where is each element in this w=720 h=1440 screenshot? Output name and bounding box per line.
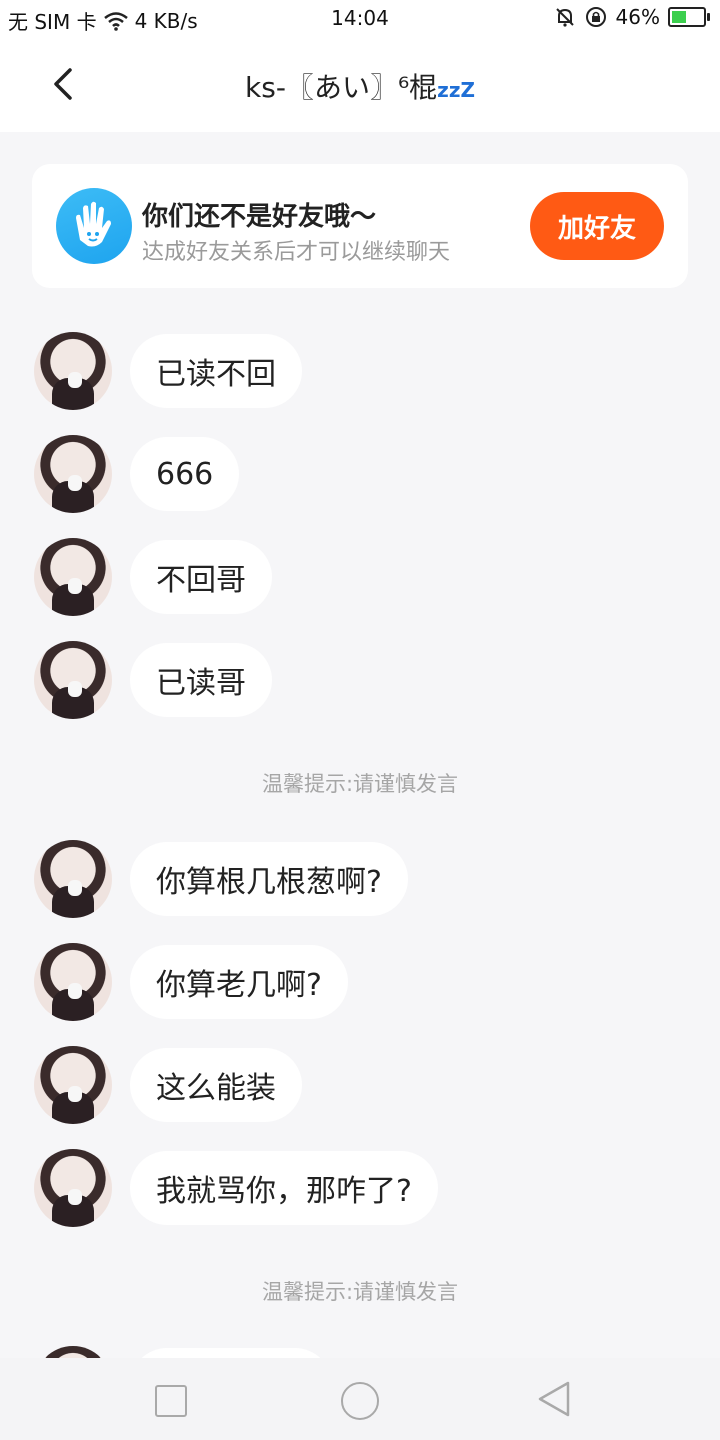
nav-back-icon[interactable] [536, 1380, 572, 1418]
avatar[interactable] [34, 538, 112, 616]
avatar[interactable] [34, 435, 112, 513]
avatar[interactable] [34, 1149, 112, 1227]
banner-subtitle: 达成好友关系后才可以继续聊天 [142, 240, 451, 265]
message-bubble[interactable]: 已读不回 [130, 334, 302, 408]
battery-fill [672, 11, 686, 23]
waving-hand-icon [56, 188, 132, 264]
status-right: 46% [554, 5, 710, 29]
avatar[interactable] [34, 943, 112, 1021]
battery-icon [668, 7, 710, 27]
system-nav-bar [0, 1358, 720, 1440]
avatar[interactable] [34, 1046, 112, 1124]
avatar[interactable] [34, 840, 112, 918]
home-icon[interactable] [341, 1382, 379, 1420]
chat-title-suffix: zzZ [437, 78, 475, 102]
chat-title-text: ks-〖あい〗⁶棍 [245, 71, 438, 104]
chat-title: ks-〖あい〗⁶棍zzZ [120, 66, 600, 106]
status-bar: 无 SIM 卡 4 KB/s 14:04 46% [0, 0, 720, 38]
banner-title: 你们还不是好友哦～ [142, 202, 377, 232]
message-bubble[interactable]: 不回哥 [130, 540, 272, 614]
message-row-partial [34, 1346, 334, 1358]
message-bubble[interactable]: 我就骂你，那咋了? [130, 1151, 438, 1225]
message-bubble[interactable]: 666 [130, 437, 240, 511]
back-arrow-icon[interactable] [44, 64, 84, 104]
not-friends-banner: 你们还不是好友哦～ 达成好友关系后才可以继续聊天 加好友 [32, 164, 688, 288]
mute-bell-icon [555, 8, 574, 27]
battery-percent: 46% [615, 5, 660, 29]
title-bar: ks-〖あい〗⁶棍zzZ [0, 38, 720, 132]
message-bubble[interactable]: 你算老几啊? [130, 945, 348, 1019]
message-bubble[interactable]: 这么能装 [130, 1048, 302, 1122]
warning-tip: 温馨提示:请谨慎发言 [261, 772, 459, 796]
avatar[interactable] [34, 1346, 112, 1358]
avatar[interactable] [34, 641, 112, 719]
message-bubble[interactable]: 你算根几根葱啊? [130, 842, 408, 916]
rotation-lock-icon [585, 7, 606, 27]
message-bubble[interactable] [130, 1348, 332, 1358]
message-bubble[interactable]: 已读哥 [130, 643, 272, 717]
avatar[interactable] [34, 332, 112, 410]
add-friend-button[interactable]: 加好友 [530, 192, 664, 260]
warning-tip: 温馨提示:请谨慎发言 [261, 1280, 459, 1304]
recent-apps-icon[interactable] [155, 1385, 187, 1417]
